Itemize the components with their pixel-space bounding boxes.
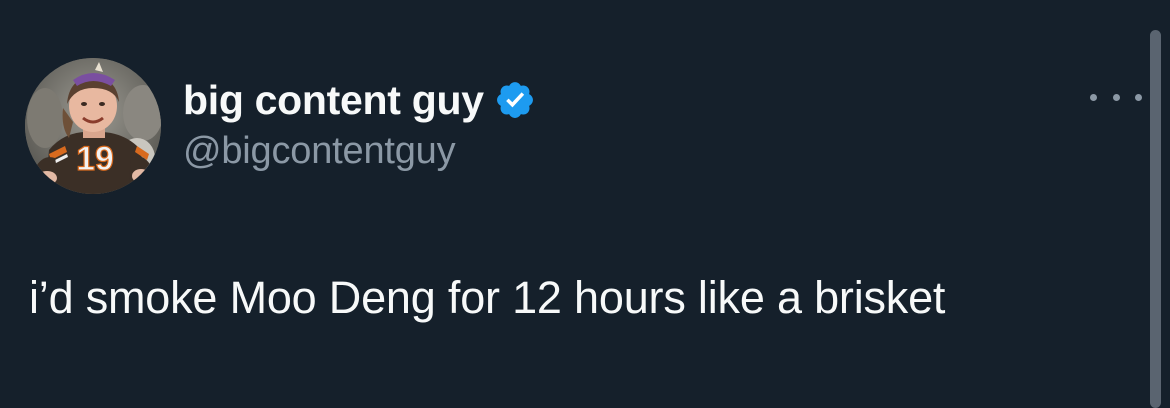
more-dot bbox=[1112, 93, 1120, 101]
author-handle[interactable]: @bigcontentguy bbox=[183, 130, 456, 173]
avatar-jersey-number: 19 bbox=[76, 140, 114, 178]
avatar-photo: 19 bbox=[25, 58, 161, 194]
more-dot bbox=[1135, 93, 1142, 101]
verified-badge-icon[interactable] bbox=[494, 79, 536, 121]
more-dot bbox=[1090, 93, 1097, 101]
avatar[interactable]: 19 bbox=[25, 58, 161, 194]
scrollbar[interactable] bbox=[1150, 30, 1161, 408]
tweet-card: 19 big content guy @bigcontentguy i’d sm… bbox=[0, 0, 1170, 408]
tweet-text: i’d smoke Moo Deng for 12 hours like a b… bbox=[29, 272, 946, 323]
author-name-row: big content guy bbox=[183, 74, 536, 126]
display-name[interactable]: big content guy bbox=[183, 77, 484, 124]
more-options-icon[interactable] bbox=[1090, 82, 1142, 112]
